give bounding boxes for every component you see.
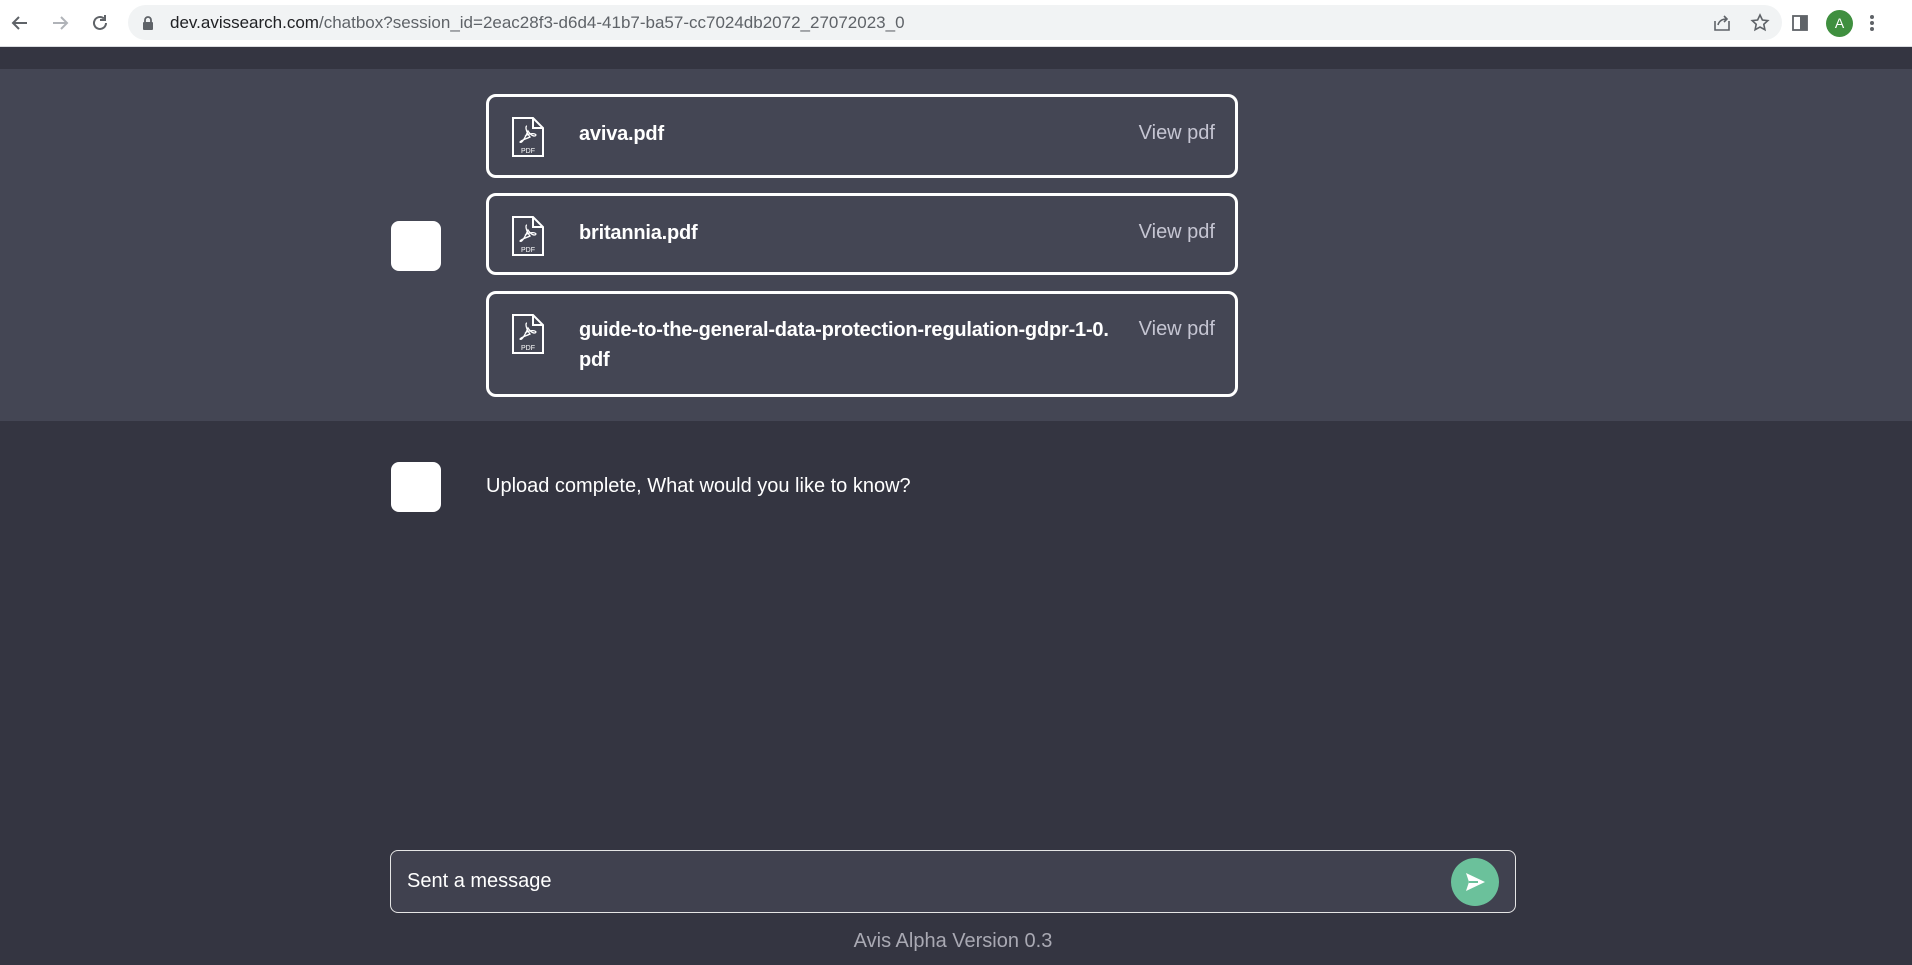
- arrow-left-icon: [11, 16, 27, 30]
- bookmark-star-icon[interactable]: [1750, 12, 1770, 33]
- url-domain: dev.avissearch.com: [170, 12, 319, 32]
- pdf-icon-label: PDF: [521, 345, 535, 352]
- back-button[interactable]: [0, 3, 40, 43]
- assistant-avatar: [391, 462, 441, 512]
- share-icon[interactable]: [1712, 13, 1732, 33]
- url-path: /chatbox?session_id=2eac28f3-d6d4-41b7-b…: [318, 12, 905, 32]
- assistant-message-text: Upload complete, What would you like to …: [486, 475, 911, 497]
- file-card-aviva: PDF aviva.pdf View pdf: [486, 94, 1238, 178]
- file-card-gdpr-guide: PDF guide-to-the-general-data-protection…: [486, 291, 1238, 397]
- version-footer: Avis Alpha Version 0.3: [853, 930, 1053, 952]
- file-name: guide-to-the-general-data-protection-reg…: [579, 319, 1109, 371]
- message-input[interactable]: [407, 851, 1427, 912]
- pdf-file-icon: PDF: [511, 215, 545, 262]
- pdf-file-icon: PDF: [511, 313, 545, 360]
- top-strip: [0, 47, 1912, 69]
- address-bar[interactable]: dev.avissearch.com/chatbox?session_id=2e…: [128, 5, 1782, 40]
- view-pdf-link[interactable]: View pdf: [1139, 318, 1215, 341]
- file-name: aviva.pdf: [579, 123, 664, 145]
- view-pdf-link[interactable]: View pdf: [1139, 122, 1215, 145]
- arrow-right-icon: [53, 16, 69, 30]
- file-card-britannia: PDF britannia.pdf View pdf: [486, 193, 1238, 275]
- pdf-file-icon: PDF: [511, 116, 545, 163]
- reload-icon: [93, 15, 107, 30]
- message-composer: [390, 850, 1516, 913]
- file-name: britannia.pdf: [579, 222, 698, 244]
- reload-button[interactable]: [80, 3, 120, 43]
- uploaded-files-message: PDF aviva.pdf View pdf PDF britannia.pdf…: [0, 69, 1912, 421]
- pdf-icon-label: PDF: [521, 148, 535, 155]
- side-panel-icon[interactable]: [1790, 13, 1810, 33]
- view-pdf-link[interactable]: View pdf: [1139, 221, 1215, 244]
- url-text: dev.avissearch.com/chatbox?session_id=2e…: [170, 13, 905, 33]
- send-icon: [1466, 873, 1485, 891]
- send-button[interactable]: [1451, 858, 1499, 906]
- forward-button[interactable]: [40, 3, 80, 43]
- profile-avatar[interactable]: A: [1826, 9, 1853, 37]
- browser-toolbar: dev.avissearch.com/chatbox?session_id=2e…: [0, 0, 1912, 46]
- more-menu-icon[interactable]: [1869, 13, 1875, 33]
- lock-icon: [142, 15, 156, 31]
- assistant-avatar: [391, 221, 441, 271]
- pdf-icon-label: PDF: [521, 247, 535, 254]
